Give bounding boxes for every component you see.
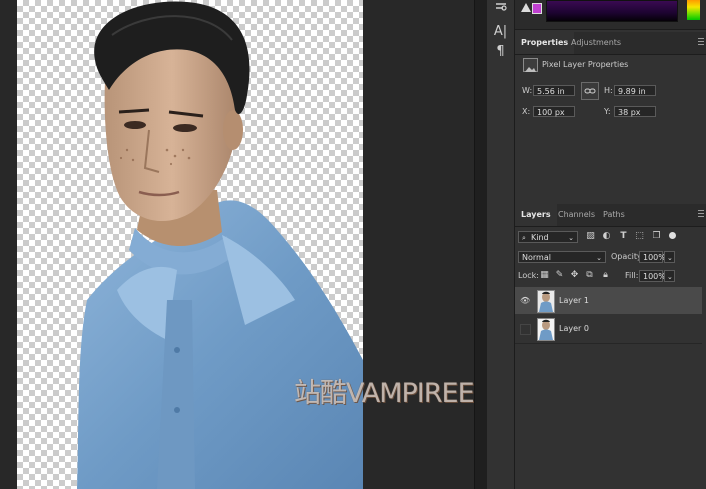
h-label: H:	[604, 86, 613, 95]
filter-shape-icon[interactable]: ⬚	[634, 231, 645, 242]
panel-divider[interactable]	[474, 0, 487, 489]
x-field[interactable]: 100 px	[533, 106, 575, 117]
kind-label: Kind	[531, 233, 549, 242]
eye-icon[interactable]: 👁︎	[520, 296, 530, 305]
link-icon[interactable]	[581, 82, 599, 100]
lock-transparent-icon[interactable]: ▦	[539, 270, 550, 281]
layer-thumbnail	[537, 318, 555, 341]
search-icon: ⌕	[522, 234, 526, 242]
fill-label: Fill:	[625, 271, 639, 280]
width-field[interactable]: 5.56 in	[533, 85, 575, 96]
tab-paths[interactable]: Paths	[597, 204, 631, 226]
portrait-image	[77, 1, 363, 489]
filter-smart-object-icon[interactable]: ❐	[651, 231, 662, 242]
chevron-down-icon: ⌄	[568, 234, 574, 242]
lock-position-icon[interactable]: ✥	[569, 270, 580, 281]
opacity-field[interactable]: 100%	[639, 251, 666, 263]
layers-divider	[515, 343, 702, 344]
fill-dropdown-icon[interactable]: ⌄	[664, 270, 675, 282]
y-label: Y:	[604, 107, 611, 116]
filter-type-icon[interactable]: T	[618, 231, 629, 242]
right-panel: Properties Adjustments Pixel Layer Prope…	[515, 0, 706, 489]
blend-mode-value: Normal	[522, 253, 551, 262]
layers-tabs: Layers Channels Paths	[515, 204, 706, 227]
chevron-down-icon: ⌄	[596, 254, 602, 262]
x-label: X:	[522, 107, 531, 116]
lock-label: Lock:	[518, 271, 539, 280]
color-panel	[515, 0, 706, 30]
layer-name: Layer 1	[559, 296, 589, 305]
paragraph-icon[interactable]: ¶	[487, 42, 514, 62]
section-title: Pixel Layer Properties	[542, 60, 629, 69]
character-icon[interactable]: A|	[487, 22, 514, 42]
height-field[interactable]: 9.89 in	[614, 85, 656, 96]
panel-menu-icon[interactable]	[698, 38, 704, 46]
document-canvas[interactable]	[17, 0, 363, 489]
canvas-area[interactable]: 站酷VAMPIREE	[0, 0, 475, 489]
watermark: 站酷VAMPIREE	[294, 378, 475, 409]
visibility-toggle-icon[interactable]	[520, 324, 531, 335]
color-field[interactable]	[546, 0, 678, 22]
opacity-dropdown-icon[interactable]: ⌄	[664, 251, 675, 263]
pixel-layer-icon	[523, 58, 538, 72]
layer-thumbnail	[537, 290, 555, 313]
layer-row-layer-0[interactable]: Layer 0	[515, 315, 702, 342]
w-label: W:	[522, 86, 533, 95]
tab-adjustments[interactable]: Adjustments	[565, 32, 627, 54]
blend-mode-select[interactable]: Normal ⌄	[518, 251, 606, 263]
layer-row-layer-1[interactable]: 👁︎ Layer 1	[515, 287, 702, 314]
lock-artboard-icon[interactable]: ⧉	[584, 270, 595, 281]
filter-kind-select[interactable]: Kind ⌄ ⌕	[518, 231, 578, 243]
tab-channels[interactable]: Channels	[552, 204, 601, 226]
hue-slider[interactable]	[687, 0, 700, 20]
lock-image-icon[interactable]: ✎	[554, 270, 565, 281]
fill-field[interactable]: 100%	[639, 270, 666, 282]
color-swatch[interactable]	[532, 3, 542, 14]
y-field[interactable]: 38 px	[614, 106, 656, 117]
panel-toolbar: A| ¶	[487, 0, 515, 489]
layer-name: Layer 0	[559, 324, 589, 333]
tab-layers[interactable]: Layers	[515, 204, 557, 226]
lock-all-icon[interactable]: 🔒︎	[600, 270, 611, 281]
filter-adjustment-icon[interactable]: ◐	[601, 231, 612, 242]
properties-tabs: Properties Adjustments	[515, 32, 706, 55]
gamut-warning-icon[interactable]	[521, 3, 531, 12]
panel-menu-icon[interactable]	[698, 210, 704, 218]
filter-toggle-icon[interactable]	[669, 232, 676, 239]
filter-pixel-icon[interactable]: ▨	[585, 231, 596, 242]
path-select-icon[interactable]	[487, 0, 514, 17]
